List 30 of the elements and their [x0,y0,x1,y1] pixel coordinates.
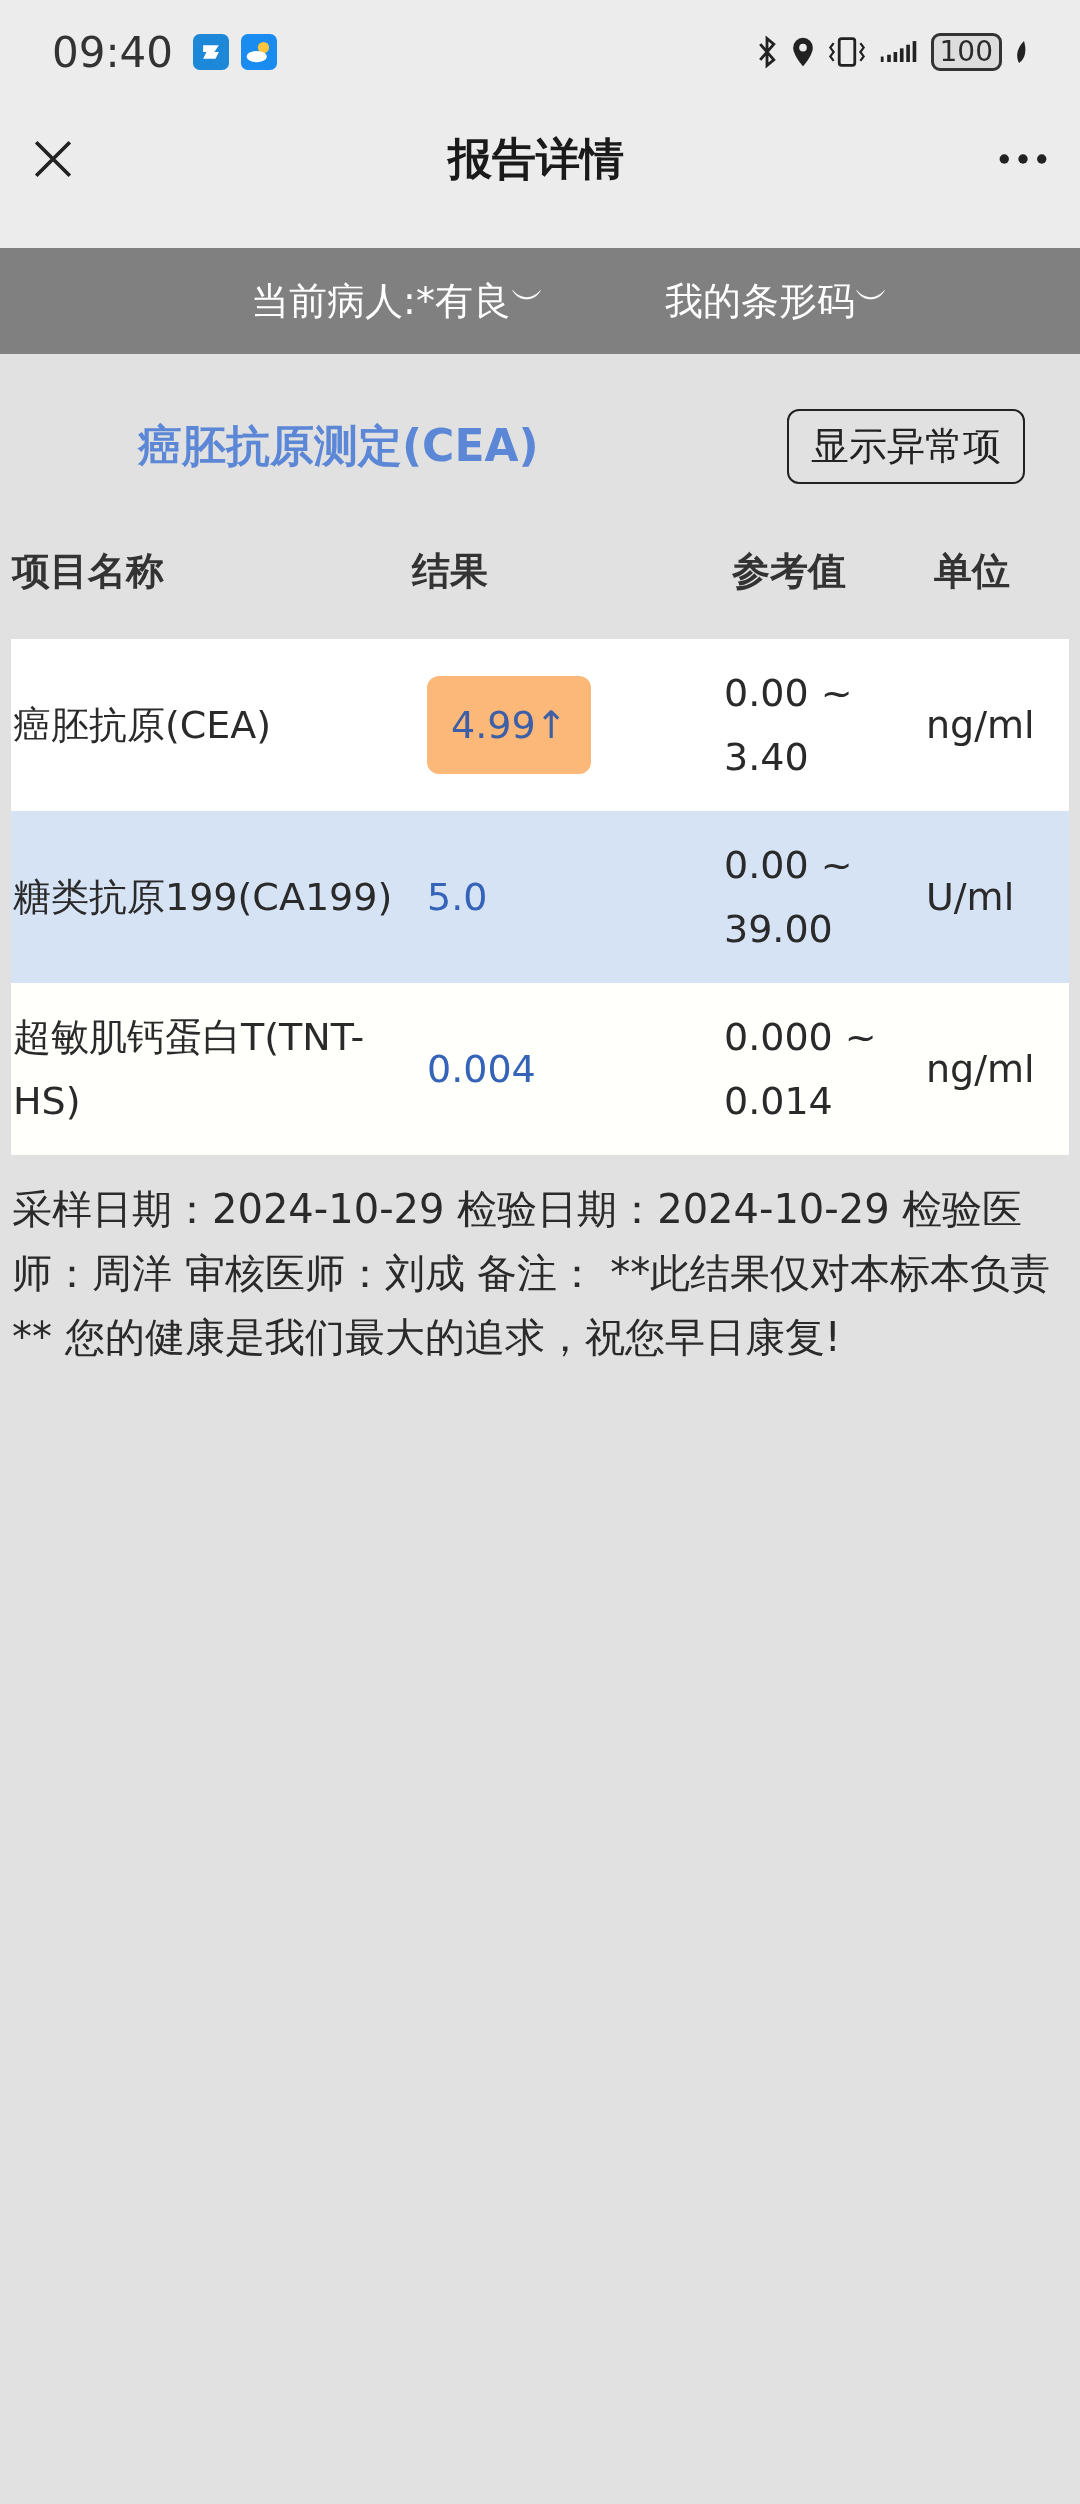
show-abnormal-button[interactable]: 显示异常项 [787,408,1025,484]
table-cell-text: U/ml [926,874,1016,921]
filter-dropdown[interactable]: 我的条形码︶ [664,275,889,327]
column-header: 单位 [934,547,1011,595]
result-badge: 4.99↑ [427,676,592,774]
report-note: 采样日期：2024-10-29 检验日期：2024-10-29 检验医师：周洋 审核医师：刘成 备注： **此结果仅对本标本负责** 您的健康是我们最大的追求，祝您早日康复! [12,1185,1052,1362]
table-cell-text: ng/ml [926,702,1036,749]
more-icon[interactable] [998,152,1048,166]
close-icon[interactable] [32,138,74,180]
table-cell-text: 癌胚抗原(CEA) [12,702,273,749]
table-cell-text: 超敏肌钙蛋白T(TNT-HS) [12,1014,366,1125]
column-header: 参考值 [732,547,847,595]
table-cell-text: 糖类抗原199(CA199) [12,874,394,921]
table-cell-text: 0.00 ~ 39.00 [724,842,854,953]
weather-icon [241,34,278,70]
result-value: 5.0 [427,874,488,921]
table-cell-text: 0.000 ~ 0.014 [724,1014,878,1125]
column-header: 项目名称 [12,547,165,595]
result-value: 0.004 [427,1046,536,1093]
column-header: 结果 [412,547,489,595]
battery-icon: 100 [930,33,1002,71]
table-cell-text: ng/ml [926,1046,1036,1093]
report-title: 癌胚抗原测定(CEA) [138,418,539,473]
vibrate-icon [826,35,867,69]
table-cell-text: 0.00 ~ 3.40 [724,670,854,781]
location-icon [790,35,815,69]
filter-dropdown[interactable]: 当前病人:*有良︶ [251,275,545,327]
app-notification-icon [193,34,230,70]
status-time: 09:40 [52,27,174,77]
page-title: 报告详情 [448,131,624,186]
